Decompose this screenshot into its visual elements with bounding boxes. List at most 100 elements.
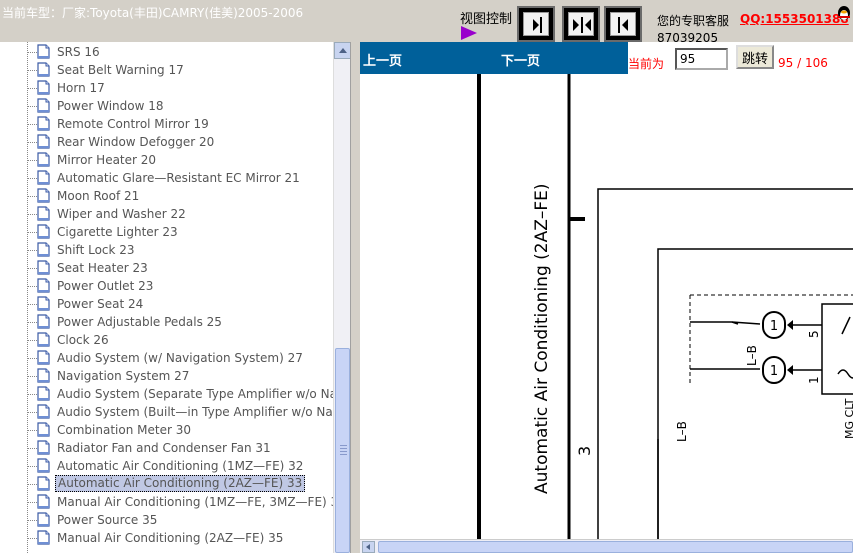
tree-branch-line (27, 286, 37, 287)
tree-branch-line (27, 340, 37, 341)
tree-branch-line (27, 376, 37, 377)
document-icon (37, 98, 50, 113)
tree-item[interactable]: Power Adjustable Pedals 25 (27, 313, 333, 331)
vehicle-title: 当前车型：厂家:Toyota(丰田)CAMRY(佳美)2005-2006 (2, 6, 304, 20)
tree-item[interactable]: Audio System (Separate Type Amplifier w/… (27, 385, 333, 403)
tree-item[interactable]: Wiper and Washer 22 (27, 205, 333, 223)
connector-2-label: 1 (770, 364, 778, 379)
play-arrow-icon[interactable] (461, 26, 477, 40)
next-page-link[interactable]: 下一页 (501, 50, 540, 69)
tree-item-label: Clock 26 (57, 333, 109, 347)
jump-button[interactable]: 跳转 (736, 45, 774, 69)
tree-item[interactable]: Remote Control Mirror 19 (27, 115, 333, 133)
tree-item[interactable]: SRS 16 (27, 43, 333, 61)
tree-item[interactable]: Automatic Glare—Resistant EC Mirror 21 (27, 169, 333, 187)
document-icon (37, 152, 50, 167)
document-icon (37, 260, 50, 275)
tree-item[interactable]: Power Seat 24 (27, 295, 333, 313)
diagram-horizontal-scrollbar[interactable] (360, 539, 853, 553)
document-icon (37, 422, 50, 437)
page-count: 95 / 106 (778, 56, 828, 70)
tree-item-label: Seat Belt Warning 17 (57, 63, 184, 77)
tree-item[interactable]: Manual Air Conditioning (2AZ—FE) 35 (27, 529, 333, 547)
tree-item[interactable]: Audio System (Built—in Type Amplifier w/… (27, 403, 333, 421)
document-icon (37, 80, 50, 95)
tree-item-label: Audio System (Separate Type Amplifier w/… (57, 387, 333, 401)
tree-item[interactable]: Cigarette Lighter 23 (27, 223, 333, 241)
tree-branch-line (27, 430, 37, 431)
tree-item[interactable]: Power Window 18 (27, 97, 333, 115)
tree-item-label: Power Seat 24 (57, 297, 144, 311)
tree-item[interactable]: Automatic Air Conditioning (1MZ—FE) 32 (27, 457, 333, 475)
tree-item-label: Navigation System 27 (57, 369, 190, 383)
document-icon (37, 494, 50, 509)
tree-branch-line (27, 70, 37, 71)
tree-item[interactable]: Shift Lock 23 (27, 241, 333, 259)
tree-branch-line (27, 214, 37, 215)
tree-item-label: Wiper and Washer 22 (57, 207, 186, 221)
tree-item-label: Remote Control Mirror 19 (57, 117, 209, 131)
prev-page-link[interactable]: 上一页 (363, 50, 402, 69)
panel-splitter[interactable] (351, 42, 360, 553)
tree-item[interactable]: Moon Roof 21 (27, 187, 333, 205)
tree-branch-line (27, 394, 37, 395)
tree-item[interactable]: Clock 26 (27, 331, 333, 349)
tree-item-label: SRS 16 (57, 45, 100, 59)
chapter-tree: SRS 16 Seat Belt Warning 17 Horn 17 Power W… (0, 42, 351, 553)
pin-label: 1 (807, 376, 821, 384)
tree-item-label: Audio System (w/ Navigation System) 27 (57, 351, 303, 365)
document-icon (37, 530, 50, 545)
tree-branch-line (27, 484, 37, 485)
wiring-diagram: Automatic Air Conditioning (2AZ–FE) 3 1 … (360, 74, 853, 539)
tree-branch-line (27, 124, 37, 125)
component-label: MG CLT (843, 398, 853, 439)
document-icon (37, 512, 50, 527)
arrow-left-bar-icon (610, 12, 636, 36)
tree-branch-line (27, 268, 37, 269)
tree-item[interactable]: Automatic Air Conditioning (2AZ—FE) 33 (27, 475, 333, 493)
scroll-thumb[interactable] (335, 348, 350, 553)
tree-item[interactable]: Mirror Heater 20 (27, 151, 333, 169)
coil-symbol (837, 369, 853, 379)
tree-item-label: Automatic Air Conditioning (2AZ—FE) 33 (55, 475, 306, 492)
tree-item[interactable]: Radiator Fan and Condenser Fan 31 (27, 439, 333, 457)
wire-color-label: L–B (675, 421, 689, 442)
qq-link[interactable]: QQ:1553501388 (740, 12, 849, 26)
diagram-page-number: 3 (575, 446, 594, 456)
page-number-input[interactable] (675, 48, 728, 70)
center-split-button[interactable] (562, 6, 600, 42)
tree-item[interactable]: Audio System (w/ Navigation System) 27 (27, 349, 333, 367)
tree-item-label: Radiator Fan and Condenser Fan 31 (57, 441, 271, 455)
collapse-right-button[interactable] (604, 6, 642, 42)
tree-item[interactable]: Seat Belt Warning 17 (27, 61, 333, 79)
scroll-up-button[interactable] (334, 42, 350, 59)
tree-branch-line (27, 466, 37, 467)
tree-item[interactable]: Power Outlet 23 (27, 277, 333, 295)
tree-branch-line (27, 538, 37, 539)
horizontal-scroll-thumb[interactable] (378, 541, 853, 553)
tree-branch-line (27, 178, 37, 179)
enclosure-line (597, 188, 853, 539)
tree-branch-line (27, 196, 37, 197)
qq-penguin-icon[interactable] (836, 4, 852, 22)
tree-item-label: Seat Heater 23 (57, 261, 148, 275)
document-icon (37, 350, 50, 365)
tree-item[interactable]: Manual Air Conditioning (1MZ—FE, 3MZ—FE)… (27, 493, 333, 511)
tree-item[interactable]: Power Source 35 (27, 511, 333, 529)
wire-color-label: L–B (745, 345, 759, 366)
document-icon (37, 170, 50, 185)
document-icon (37, 476, 50, 491)
tree-item[interactable]: Combination Meter 30 (27, 421, 333, 439)
collapse-left-button[interactable] (517, 6, 555, 42)
tree-branch-line (27, 304, 37, 305)
tree-item[interactable]: Navigation System 27 (27, 367, 333, 385)
tree-branch-line (27, 160, 37, 161)
pin-arrow (787, 365, 793, 375)
tree-vertical-scrollbar[interactable] (333, 42, 350, 553)
tree-item[interactable]: Seat Heater 23 (27, 259, 333, 277)
scroll-left-button[interactable] (362, 541, 375, 553)
tree-item[interactable]: Horn 17 (27, 79, 333, 97)
document-icon (37, 458, 50, 473)
tree-item[interactable]: Rear Window Defogger 20 (27, 133, 333, 151)
tree-branch-line (27, 106, 37, 107)
